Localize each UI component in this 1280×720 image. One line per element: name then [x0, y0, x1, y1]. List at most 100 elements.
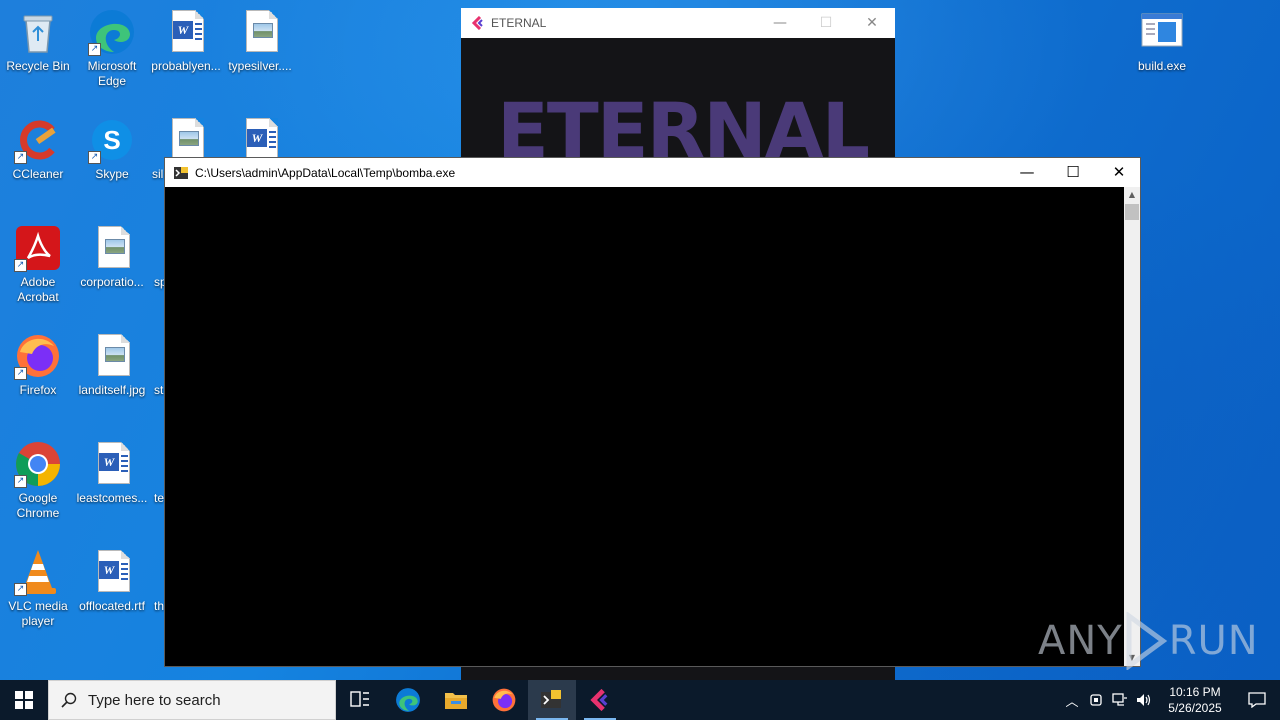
eternal-title-bar[interactable]: ETERNAL — ☐ ✕ — [461, 8, 895, 38]
taskbar-file-explorer-button[interactable] — [432, 680, 480, 720]
taskbar-firefox-button[interactable] — [480, 680, 528, 720]
image-file-icon — [88, 224, 136, 272]
desktop-icon-typesilver[interactable]: typesilver.... — [222, 8, 298, 74]
taskbar-eternal-button[interactable] — [576, 680, 624, 720]
microsoft-edge-icon — [396, 688, 420, 712]
shortcut-arrow-icon: ↗ — [14, 259, 27, 272]
desktop-icon-corporatio[interactable]: corporatio... — [74, 224, 150, 290]
maximize-button[interactable]: ☐ — [1050, 158, 1096, 187]
console-scrollbar[interactable]: ▲ ▼ — [1124, 187, 1140, 666]
search-placeholder: Type here to search — [88, 691, 221, 709]
console-window-title: C:\Users\admin\AppData\Local\Temp\bomba.… — [195, 165, 456, 180]
taskbar-edge-button[interactable] — [384, 680, 432, 720]
desktop: Recycle Bin ↗ CCleaner ↗ Adobe Acrobat ↗… — [0, 0, 1280, 680]
desktop-icon-label: Google Chrome — [16, 491, 60, 520]
desktop-icon-ccleaner[interactable]: ↗ CCleaner — [0, 116, 76, 182]
executable-icon — [1138, 8, 1186, 56]
skype-icon: S ↗ — [88, 116, 136, 164]
scroll-thumb[interactable] — [1125, 204, 1139, 220]
desktop-icon-label: Skype — [95, 167, 129, 181]
shortcut-arrow-icon: ↗ — [88, 151, 101, 164]
word-document-icon: W — [162, 8, 210, 56]
microsoft-edge-icon: ↗ — [88, 8, 136, 56]
desktop-icon-label: landitself.jpg — [78, 383, 146, 397]
close-button[interactable]: ✕ — [849, 8, 895, 38]
taskbar-search-box[interactable]: Type here to search — [48, 680, 336, 720]
taskbar-clock[interactable]: 10:16 PM 5/26/2025 — [1156, 684, 1234, 716]
console-output-area[interactable] — [165, 187, 1125, 666]
clock-date: 5/26/2025 — [1168, 701, 1222, 715]
close-button[interactable]: ✕ — [1096, 158, 1142, 187]
desktop-icon-firefox[interactable]: ↗ Firefox — [0, 332, 76, 398]
image-file-icon — [236, 8, 284, 56]
shortcut-arrow-icon: ↗ — [14, 583, 27, 596]
taskbar-console-button[interactable] — [528, 680, 576, 720]
search-icon — [61, 692, 77, 708]
desktop-icon-recycle-bin[interactable]: Recycle Bin — [0, 8, 76, 74]
firefox-icon: ↗ — [14, 332, 62, 380]
taskbar: Type here to search ︿ 10:16 PM 5/26/2025 — [0, 680, 1280, 720]
show-hidden-icons-chevron-icon[interactable]: ︿ — [1060, 680, 1084, 720]
folder-icon — [445, 693, 467, 709]
recycle-bin-icon — [14, 8, 62, 56]
google-chrome-icon: ↗ — [14, 440, 62, 488]
desktop-icon-label: build.exe — [1137, 59, 1187, 73]
desktop-icon-label: probablyen... — [151, 59, 221, 73]
anyrun-watermark: ANY RUN — [1038, 612, 1259, 670]
desktop-icon-label: typesilver.... — [228, 59, 292, 73]
desktop-icon-vlc[interactable]: ↗ VLC media player — [0, 548, 76, 629]
ccleaner-icon: ↗ — [14, 116, 62, 164]
desktop-icon-landitself[interactable]: landitself.jpg — [74, 332, 150, 398]
task-view-icon — [350, 691, 369, 707]
clock-time: 10:16 PM — [1169, 685, 1221, 699]
network-icon[interactable] — [1108, 680, 1132, 720]
desktop-icon-google-chrome[interactable]: ↗ Google Chrome — [0, 440, 76, 521]
adobe-acrobat-icon: ↗ — [14, 224, 62, 272]
system-tray: ︿ 10:16 PM 5/26/2025 — [1060, 680, 1280, 720]
task-view-button[interactable] — [336, 680, 384, 720]
word-document-icon: W — [88, 548, 136, 596]
windows-logo-icon — [15, 691, 33, 709]
console-title-bar[interactable]: C:\Users\admin\AppData\Local\Temp\bomba.… — [165, 158, 1140, 187]
desktop-icon-label: Adobe Acrobat — [17, 275, 59, 304]
image-file-icon — [88, 332, 136, 380]
desktop-icon-microsoft-edge[interactable]: ↗ Microsoft Edge — [74, 8, 150, 89]
svg-text:S: S — [103, 125, 120, 155]
minimize-button[interactable]: — — [757, 8, 803, 38]
shortcut-arrow-icon: ↗ — [14, 367, 27, 380]
notification-icon — [1248, 692, 1266, 708]
maximize-button[interactable]: ☐ — [803, 8, 849, 38]
desktop-icon-label: offlocated.rtf — [79, 599, 145, 613]
play-triangle-icon — [1126, 612, 1167, 670]
desktop-icon-label: CCleaner — [12, 167, 64, 181]
device-icon[interactable] — [1084, 680, 1108, 720]
desktop-icon-offlocated[interactable]: W offlocated.rtf — [74, 548, 150, 614]
desktop-icon-probablyen[interactable]: W probablyen... — [148, 8, 224, 74]
volume-icon[interactable] — [1132, 680, 1156, 720]
desktop-icon-label: corporatio... — [80, 275, 144, 289]
desktop-icon-label: leastcomes... — [76, 491, 148, 505]
desktop-icon-label: Recycle Bin — [6, 59, 70, 73]
desktop-icon-label: Firefox — [19, 383, 57, 397]
console-app-icon — [541, 690, 561, 708]
shortcut-arrow-icon: ↗ — [88, 43, 101, 56]
watermark-text-right: RUN — [1168, 618, 1259, 664]
minimize-button[interactable]: — — [1004, 158, 1050, 187]
eternal-logo-icon — [471, 16, 483, 30]
desktop-icon-adobe-acrobat[interactable]: ↗ Adobe Acrobat — [0, 224, 76, 305]
desktop-icon-label: VLC media player — [8, 599, 68, 628]
word-document-icon: W — [88, 440, 136, 488]
start-button[interactable] — [0, 680, 48, 720]
console-app-icon — [173, 165, 189, 181]
desktop-icon-leastcomes[interactable]: W leastcomes... — [74, 440, 150, 506]
vlc-cone-icon: ↗ — [14, 548, 62, 596]
firefox-icon — [492, 688, 516, 712]
eternal-window-title: ETERNAL — [491, 16, 547, 30]
desktop-icon-skype[interactable]: S ↗ Skype — [74, 116, 150, 182]
shortcut-arrow-icon: ↗ — [14, 151, 27, 164]
scroll-up-arrow-icon[interactable]: ▲ — [1124, 187, 1140, 203]
eternal-logo-icon — [590, 689, 608, 711]
console-window[interactable]: C:\Users\admin\AppData\Local\Temp\bomba.… — [164, 157, 1141, 667]
desktop-icon-build-exe[interactable]: build.exe — [1124, 8, 1200, 74]
notifications-button[interactable] — [1234, 680, 1280, 720]
